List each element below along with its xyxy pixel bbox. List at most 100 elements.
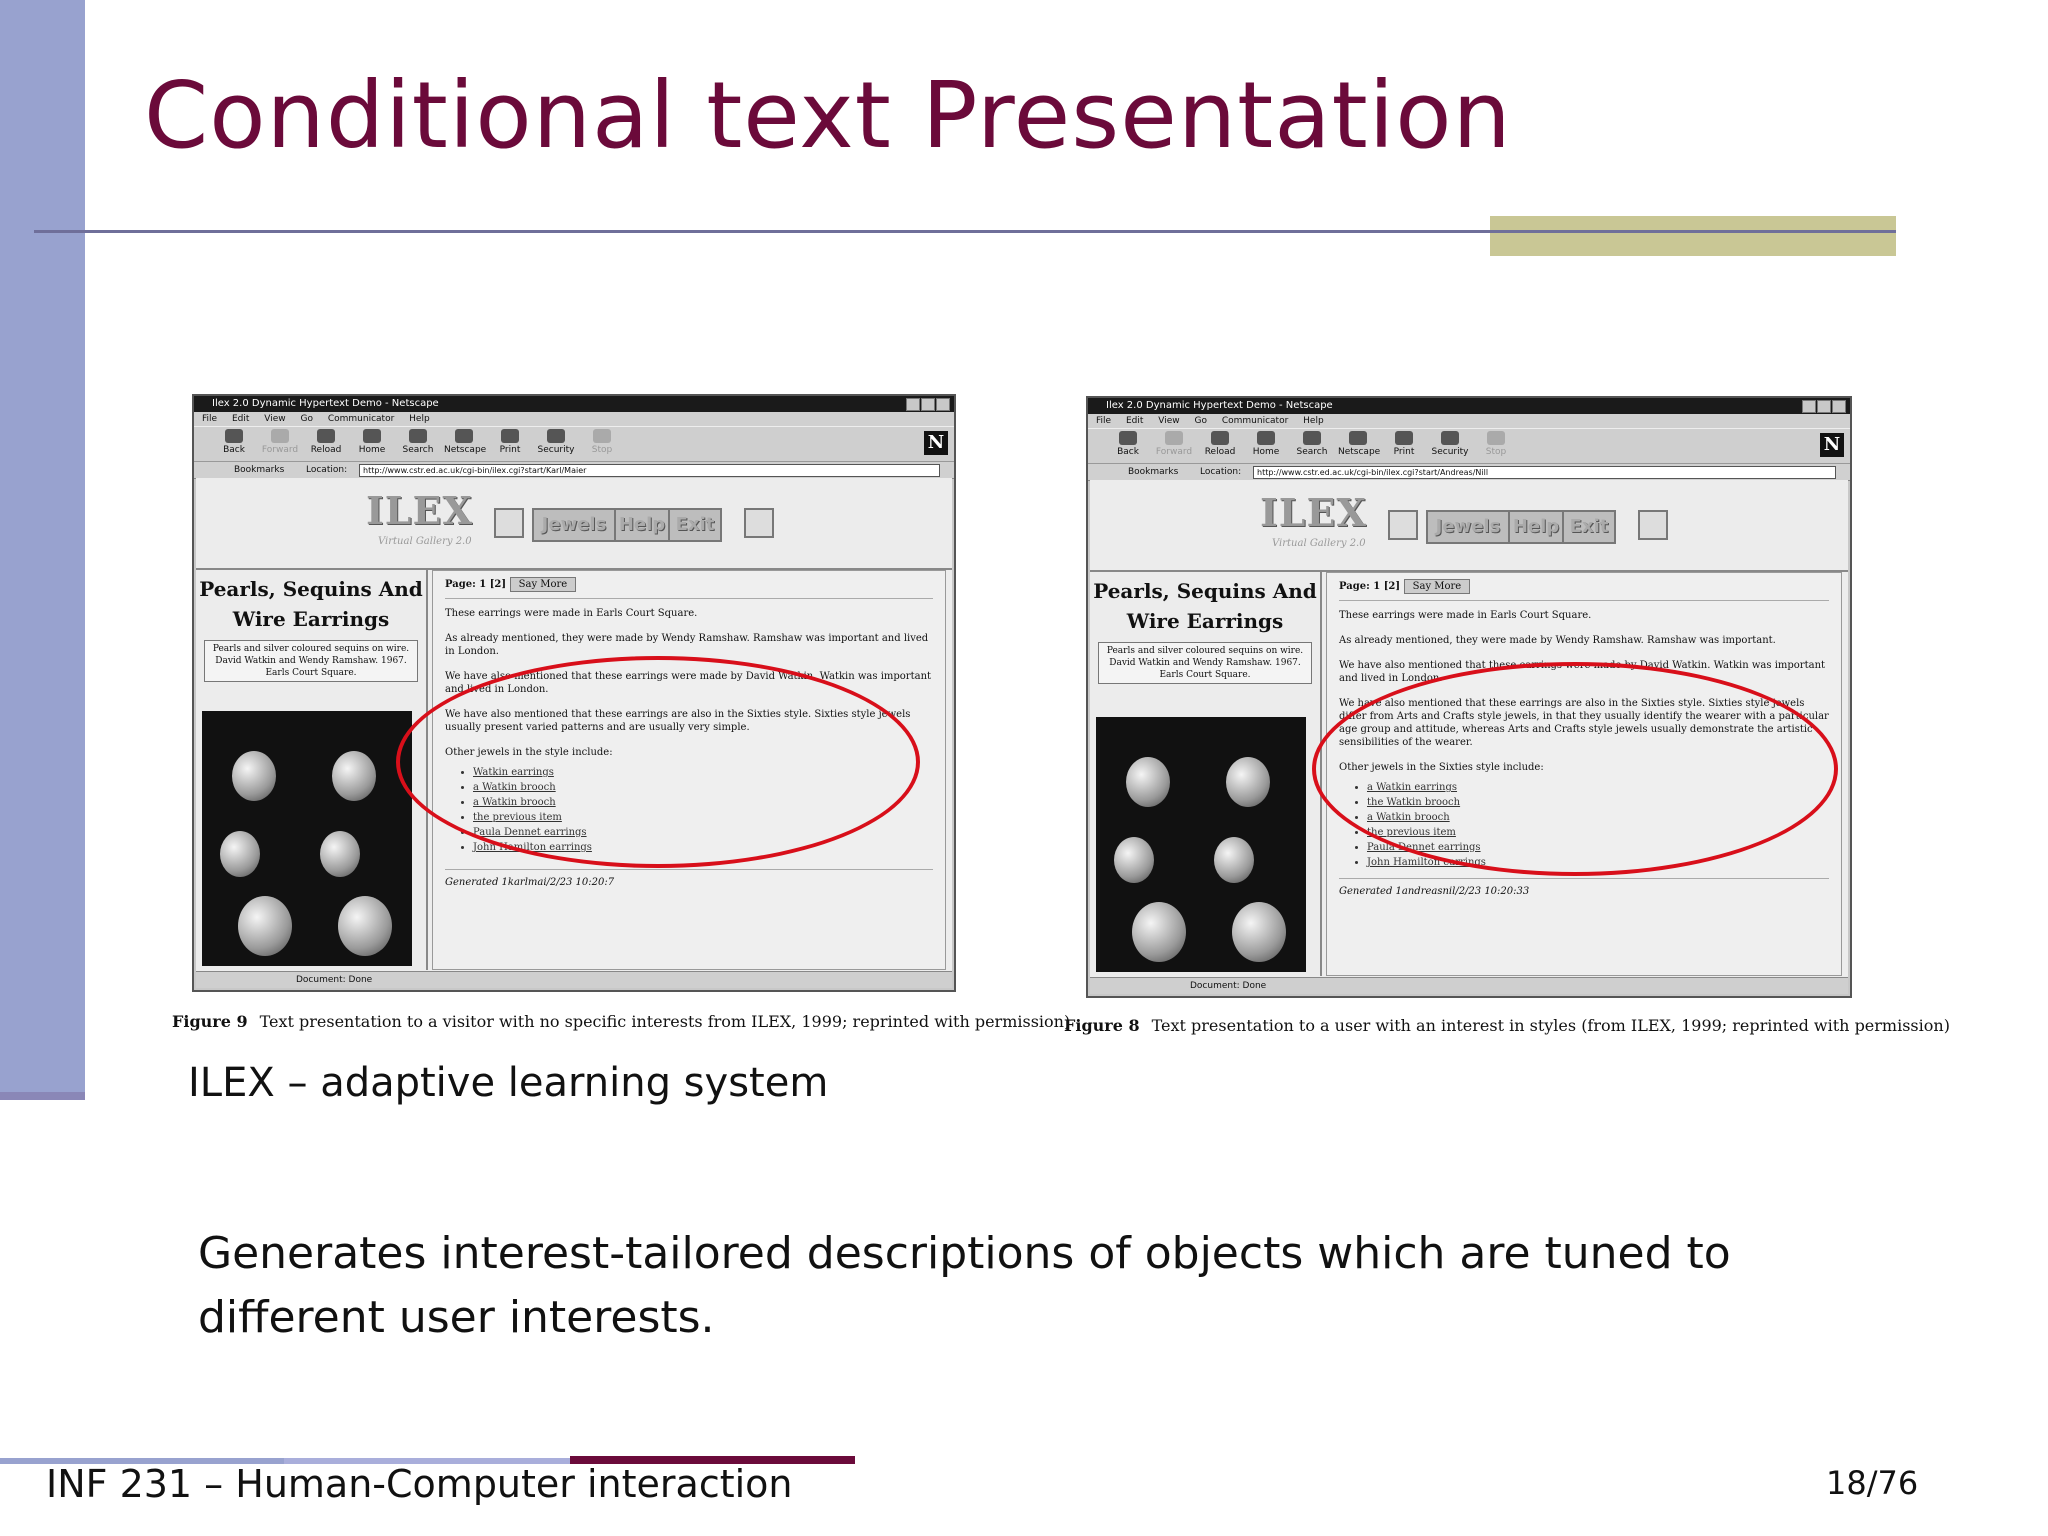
forward-button[interactable]: Forward — [260, 429, 300, 455]
maximize-icon[interactable] — [921, 398, 935, 411]
say-more-button[interactable]: Say More — [509, 577, 577, 592]
home-button[interactable]: Home — [352, 429, 392, 455]
stop-button[interactable]: Stop — [1476, 431, 1516, 457]
ilex-caption: ILEX – adaptive learning system — [188, 1060, 829, 1106]
home-button[interactable]: Home — [1246, 431, 1286, 457]
stop-label: Stop — [1485, 447, 1507, 457]
page-nav: Page: 1 [2] Say More — [1339, 579, 1829, 601]
page-links[interactable]: 1 [2] — [1373, 581, 1400, 592]
reload-button[interactable]: Reload — [1200, 431, 1240, 457]
figure-label: Figure 9 — [172, 1012, 248, 1031]
search-icon — [409, 429, 427, 443]
location-label: Location: — [306, 465, 348, 475]
menu-edit[interactable]: Edit — [232, 414, 249, 424]
search-button[interactable]: Search — [1292, 431, 1332, 457]
menu-file[interactable]: File — [1096, 416, 1111, 426]
help-button[interactable]: Help — [614, 508, 670, 542]
menu-view[interactable]: View — [1158, 416, 1179, 426]
security-button[interactable]: Security — [1430, 431, 1470, 457]
menu-go[interactable]: Go — [300, 414, 312, 424]
forward-label: Forward — [1155, 447, 1193, 457]
security-button[interactable]: Security — [536, 429, 576, 455]
print-button[interactable]: Print — [490, 429, 530, 455]
next-arrow-button[interactable] — [1638, 510, 1668, 540]
page-nav: Page: 1 [2] Say More — [445, 577, 933, 599]
back-icon — [1119, 431, 1137, 445]
description-paragraph: As already mentioned, they were made by … — [445, 633, 929, 657]
page-label: Page: — [1339, 581, 1370, 592]
minimize-icon[interactable] — [1802, 400, 1816, 413]
print-button[interactable]: Print — [1384, 431, 1424, 457]
menu-edit[interactable]: Edit — [1126, 416, 1143, 426]
print-icon — [1395, 431, 1413, 445]
earring-disc — [1226, 757, 1270, 807]
close-icon[interactable] — [936, 398, 950, 411]
earring-disc — [1132, 902, 1186, 962]
menu-view[interactable]: View — [264, 414, 285, 424]
print-label: Print — [499, 445, 521, 455]
earring-disc — [1114, 837, 1154, 883]
reload-icon — [1211, 431, 1229, 445]
search-button[interactable]: Search — [398, 429, 438, 455]
description-paragraph: As already mentioned, they were made by … — [1339, 635, 1776, 646]
earrings-photo — [202, 711, 412, 966]
print-label: Print — [1393, 447, 1415, 457]
back-button[interactable]: Back — [214, 429, 254, 455]
ilex-logo-subtitle: Virtual Gallery 2.0 — [378, 536, 472, 547]
close-icon[interactable] — [1832, 400, 1846, 413]
window-titlebar: Ilex 2.0 Dynamic Hypertext Demo - Netsca… — [194, 396, 954, 412]
prev-arrow-button[interactable] — [1388, 510, 1418, 540]
back-button[interactable]: Back — [1108, 431, 1148, 457]
menu-help[interactable]: Help — [409, 414, 430, 424]
ilex-logo: ILEX — [366, 488, 473, 533]
menu-go[interactable]: Go — [1194, 416, 1206, 426]
reload-button[interactable]: Reload — [306, 429, 346, 455]
url-field[interactable]: http://www.cstr.ed.ac.uk/cgi-bin/ilex.cg… — [1253, 466, 1836, 479]
body-text: Generates interest-tailored descriptions… — [198, 1228, 1731, 1343]
url-field[interactable]: http://www.cstr.ed.ac.uk/cgi-bin/ilex.cg… — [359, 464, 940, 477]
next-arrow-button[interactable] — [744, 508, 774, 538]
netscape-icon — [1349, 431, 1367, 445]
minimize-icon[interactable] — [906, 398, 920, 411]
browser-toolbar: Back Forward Reload Home Search Netscape… — [194, 426, 954, 462]
highlight-ellipse-right — [1312, 662, 1838, 876]
window-title: Ilex 2.0 Dynamic Hypertext Demo - Netsca… — [212, 398, 439, 409]
item-title: Pearls, Sequins And Wire Earrings — [1093, 579, 1317, 633]
say-more-button[interactable]: Say More — [1403, 579, 1471, 594]
menu-file[interactable]: File — [202, 414, 217, 424]
security-icon — [1441, 431, 1459, 445]
menu-help[interactable]: Help — [1303, 416, 1324, 426]
page-links[interactable]: 1 [2] — [479, 579, 506, 590]
figure-caption-text: Text presentation to a user with an inte… — [1151, 1016, 1950, 1035]
security-label: Security — [1431, 447, 1469, 457]
bookmarks-button[interactable]: Bookmarks — [234, 462, 284, 478]
jewels-button[interactable]: Jewels — [532, 508, 616, 542]
help-button[interactable]: Help — [1508, 510, 1564, 544]
maximize-icon[interactable] — [1817, 400, 1831, 413]
ilex-header: ILEX Virtual Gallery 2.0 Jewels Help Exi… — [196, 478, 952, 570]
window-title: Ilex 2.0 Dynamic Hypertext Demo - Netsca… — [1106, 400, 1333, 411]
forward-button[interactable]: Forward — [1154, 431, 1194, 457]
back-label: Back — [1117, 447, 1139, 457]
netscape-button[interactable]: Netscape — [444, 429, 486, 455]
menu-communicator[interactable]: Communicator — [328, 414, 394, 424]
prev-arrow-button[interactable] — [494, 508, 524, 538]
bookmarks-button[interactable]: Bookmarks — [1128, 464, 1178, 480]
forward-icon — [271, 429, 289, 443]
ilex-logo: ILEX — [1260, 490, 1367, 535]
exit-button[interactable]: Exit — [668, 508, 722, 542]
browser-toolbar: Back Forward Reload Home Search Netscape… — [1088, 428, 1850, 464]
security-icon — [547, 429, 565, 443]
earring-disc — [320, 831, 360, 877]
menu-communicator[interactable]: Communicator — [1222, 416, 1288, 426]
title-rule-overlay — [1490, 230, 1896, 233]
exit-button[interactable]: Exit — [1562, 510, 1616, 544]
stop-button[interactable]: Stop — [582, 429, 622, 455]
netscape-button[interactable]: Netscape — [1338, 431, 1380, 457]
slide-title: Conditional text Presentation — [144, 62, 1512, 169]
ilex-logo-subtitle: Virtual Gallery 2.0 — [1272, 538, 1366, 549]
jewels-button[interactable]: Jewels — [1426, 510, 1510, 544]
status-text: Document: Done — [1190, 981, 1267, 991]
reload-label: Reload — [310, 445, 342, 455]
earring-disc — [332, 751, 376, 801]
